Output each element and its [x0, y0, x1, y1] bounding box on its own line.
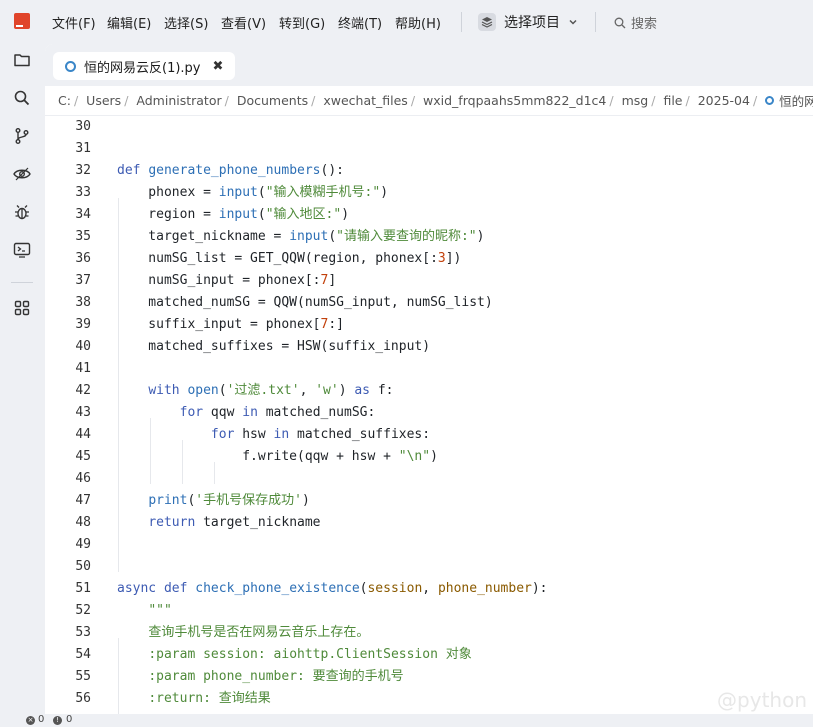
code-line: 42 with open('过滤.txt', 'w') as f: — [75, 383, 394, 398]
tab-active-file[interactable]: 恒的网易云反(1).py ✖ — [53, 52, 236, 80]
code-line: 43 for qqw in matched_numSG: — [75, 405, 376, 420]
menu-edit[interactable]: 编辑(E) — [107, 13, 151, 32]
error-icon[interactable]: × — [26, 716, 35, 725]
code-line: 33 phonex = input("输入模糊手机号:") — [75, 185, 389, 200]
menu-selection[interactable]: 选择(S) — [164, 13, 208, 32]
code-line: 38 matched_numSG = QQW(numSG_input, numS… — [75, 295, 493, 310]
code-line: 50 — [75, 559, 91, 574]
code-line: 30 — [75, 119, 91, 134]
search-label: 搜索 — [631, 17, 658, 32]
warning-icon[interactable]: ! — [53, 716, 62, 725]
code-line: 41 — [75, 361, 91, 376]
code-line: 55 :param phone_number: 要查询的手机号 — [75, 669, 404, 684]
code-line: 36 numSG_list = GET_QQW(region, phonex[:… — [75, 251, 462, 266]
tab-bar: 恒的网易云反(1).py ✖ — [45, 44, 813, 86]
menu-view[interactable]: 查看(V) — [221, 13, 266, 32]
run-debug-icon[interactable] — [12, 164, 32, 184]
extensions-icon[interactable] — [12, 298, 32, 318]
breadcrumb-item[interactable]: Documents / — [237, 93, 324, 108]
menu-goto[interactable]: 转到(G) — [279, 13, 325, 32]
code-line: 35 target_nickname = input("请输入要查询的昵称:") — [75, 229, 485, 244]
bug-icon[interactable] — [12, 202, 32, 222]
menu-bar: 文件(F) 编辑(E) 选择(S) 查看(V) 转到(G) 终端(T) 帮助(H… — [0, 0, 813, 44]
activity-bar — [0, 44, 44, 714]
breadcrumb-item-file[interactable]: 恒的网易 — [765, 91, 813, 110]
explorer-folder-icon[interactable] — [12, 50, 32, 70]
code-line: 32 def generate_phone_numbers(): — [75, 163, 344, 178]
layers-icon — [478, 13, 496, 31]
search-sidebar-icon[interactable] — [12, 88, 32, 108]
menu-terminal[interactable]: 终端(T) — [338, 13, 382, 32]
select-project-label: 选择项目 — [504, 15, 560, 31]
search-button[interactable]: 搜索 — [614, 13, 657, 32]
watermark: @python — [717, 688, 807, 712]
breadcrumb-item[interactable]: msg / — [622, 93, 664, 108]
terminal-icon[interactable] — [12, 240, 32, 260]
breadcrumb-item[interactable]: Users / — [86, 93, 136, 108]
breadcrumb-item[interactable]: file / — [663, 93, 697, 108]
chevron-down-icon — [569, 19, 577, 25]
python-file-icon — [765, 96, 775, 105]
app-logo-icon — [14, 13, 30, 29]
python-file-icon — [65, 60, 76, 72]
code-line: 48 return target_nickname — [75, 515, 321, 530]
code-line: 49 — [75, 537, 91, 552]
tab-title: 恒的网易云反(1).py — [84, 60, 201, 76]
status-bar: × 0 ! 0 — [0, 714, 813, 727]
editor-area: 恒的网易云反(1).py ✖ C: / Users / Administrator /… — [45, 44, 813, 714]
code-line: 40 matched_suffixes = HSW(suffix_input) — [75, 339, 431, 354]
code-line: 46 — [75, 471, 91, 486]
menu-file[interactable]: 文件(F) — [52, 13, 96, 32]
source-control-icon[interactable] — [12, 126, 32, 146]
code-line: 56 :return: 查询结果 — [75, 691, 271, 706]
breadcrumb-item[interactable]: xwechat_files / — [323, 93, 423, 108]
warning-count: 0 — [66, 714, 73, 725]
breadcrumb-item[interactable]: 2025-04/ — [698, 93, 765, 108]
close-tab-icon[interactable]: ✖ — [213, 59, 224, 74]
code-line: 34 region = input("输入地区:") — [75, 207, 350, 222]
error-count: 0 — [38, 714, 45, 725]
menu-divider — [595, 12, 596, 32]
code-line: 53 查询手机号是否在网易云音乐上存在。 — [75, 625, 370, 640]
code-line: 39 suffix_input = phonex[7:] — [75, 317, 344, 332]
code-line: 54 :param session: aiohttp.ClientSession… — [75, 647, 472, 662]
code-line: 47 print('手机号保存成功') — [75, 493, 310, 508]
select-project-button[interactable]: 选择项目 — [478, 11, 578, 33]
code-line: 44 for hsw in matched_suffixes: — [75, 427, 431, 442]
code-line: 52 """ — [75, 603, 172, 618]
code-editor[interactable]: 30 31 32 def generate_phone_numbers(): 33… — [45, 116, 813, 714]
breadcrumb-item[interactable]: Administrator / — [136, 93, 236, 108]
breadcrumb: C: / Users / Administrator / Documents / xwe… — [45, 86, 813, 116]
code-line: 37 numSG_input = phonex[:7] — [75, 273, 337, 288]
breadcrumb-item[interactable]: wxid_frqpaahs5mm822_d1c4/ — [423, 93, 622, 108]
code-line: 31 — [75, 141, 91, 156]
code-line: 51 async def check_phone_existence(sessio… — [75, 581, 548, 596]
code-line: 45 f.write(qqw + hsw + "\n") — [75, 449, 438, 464]
sidebar-divider — [11, 282, 33, 283]
breadcrumb-item[interactable]: C: / — [58, 93, 86, 108]
menu-divider — [461, 12, 462, 32]
search-icon — [614, 17, 626, 28]
menu-help[interactable]: 帮助(H) — [395, 13, 441, 32]
